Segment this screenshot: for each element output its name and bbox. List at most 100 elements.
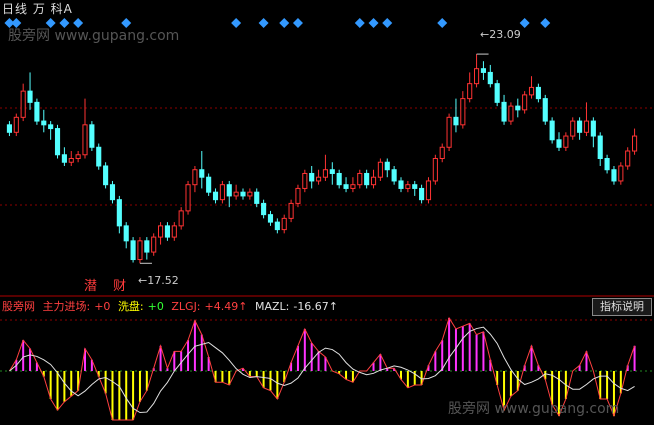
stamp-label: 潜 财: [84, 279, 133, 294]
candle-body: [425, 180, 432, 201]
signal-diamond-icon: [121, 18, 132, 28]
candle-body: [542, 98, 548, 122]
candle-body: [75, 154, 81, 159]
candle-body: [590, 120, 596, 137]
candle-body: [336, 172, 342, 186]
candle-body: [384, 161, 390, 171]
candle-body: [487, 71, 493, 85]
candle-body: [508, 105, 514, 122]
candle-body: [68, 158, 74, 163]
indicator-help-button[interactable]: 指标说明: [592, 298, 652, 316]
wash-value: +0: [147, 300, 164, 313]
candle-body: [460, 98, 466, 126]
candle-body: [116, 199, 122, 227]
signal-diamond-icon: [59, 18, 70, 28]
candle-body: [89, 124, 95, 148]
candle-body: [206, 176, 212, 193]
signal-diamond-icon: [11, 18, 22, 28]
candle-body: [281, 217, 287, 231]
candle-body: [151, 236, 157, 253]
watermark-top: 股旁网 www.gupang.com: [8, 28, 180, 44]
candle-body: [199, 169, 205, 178]
candle-body: [632, 135, 638, 152]
candle-body: [474, 68, 480, 85]
candle-body: [96, 146, 102, 167]
candle-body: [357, 172, 363, 186]
candle-body: [61, 154, 67, 163]
candle-body: [144, 240, 150, 253]
candle-body: [164, 225, 170, 238]
candle-body: [419, 187, 425, 201]
candle-body: [522, 94, 528, 111]
candle-body: [350, 184, 356, 189]
candle-body: [625, 150, 631, 167]
signal-diamond-icon: [258, 18, 269, 28]
signal-diamond-icon: [231, 18, 242, 28]
candle-body: [171, 225, 177, 238]
candle-body: [480, 68, 486, 73]
signal-diamond-icon: [519, 18, 530, 28]
high-price-label: ←23.09: [480, 28, 521, 41]
candle-body: [583, 120, 590, 133]
candle-body: [48, 124, 54, 130]
candle-body: [377, 161, 383, 178]
candle-body: [412, 184, 418, 189]
candle-body: [535, 86, 541, 100]
main-force-label: 主力进场:: [42, 300, 91, 313]
candle-body: [570, 120, 576, 137]
candle-body: [556, 139, 562, 148]
signal-diamond-icon: [540, 18, 551, 28]
candle-body: [446, 116, 452, 148]
candle-body: [212, 191, 219, 201]
candle-body: [27, 90, 33, 103]
candle-body: [302, 172, 308, 189]
candle-body: [467, 83, 473, 100]
candle-body: [20, 90, 26, 118]
candle-body: [453, 116, 459, 126]
candle-body: [405, 184, 411, 189]
candle-body: [364, 172, 370, 186]
indicator-legend: 股旁网 主力进场: +0 洗盘: +0 ZLGJ: +4.49↑ MAZL: -16.6…: [2, 300, 342, 314]
candle-body: [82, 124, 88, 156]
candle-body: [611, 169, 617, 182]
candle-body: [528, 86, 535, 96]
candle-body: [370, 176, 377, 186]
candle-body: [295, 187, 301, 204]
candle-body: [185, 184, 191, 212]
chart-title: 日线 万 科A: [2, 2, 73, 16]
candle-body: [178, 210, 184, 227]
signal-diamond-icon: [368, 18, 379, 28]
candle-body: [6, 124, 12, 133]
candle-body: [604, 158, 610, 171]
candle-body: [597, 135, 603, 160]
watermark-bottom: 股旁网 www.gupang.com: [448, 401, 620, 417]
candle-body: [398, 180, 404, 189]
signal-diamond-icon: [354, 18, 365, 28]
signal-diamond-icon: [45, 18, 56, 28]
signal-diamond-icon: [73, 18, 84, 28]
signal-diamond-icon: [279, 18, 290, 28]
main-force-value: +0: [94, 300, 111, 313]
candle-body: [13, 116, 19, 133]
candlestick-series: [6, 53, 638, 264]
candle-body: [563, 135, 569, 148]
signal-diamond-icon: [382, 18, 393, 28]
candle-body: [123, 225, 129, 242]
candle-body: [329, 169, 335, 174]
signal-diamonds: [4, 18, 551, 28]
candle-body: [343, 184, 349, 189]
candle-body: [309, 172, 315, 182]
candle-body: [274, 221, 280, 231]
candle-body: [130, 240, 136, 261]
candle-body: [515, 105, 521, 111]
candle-body: [501, 101, 507, 122]
candle-body: [494, 83, 500, 103]
kline-chart[interactable]: [0, 0, 654, 425]
candle-body: [103, 165, 109, 186]
indicator-source: 股旁网: [2, 300, 35, 313]
candle-body: [247, 191, 253, 197]
candle-body: [233, 191, 239, 197]
candle-body: [439, 146, 445, 159]
candle-body: [261, 202, 267, 216]
candle-body: [618, 165, 624, 182]
